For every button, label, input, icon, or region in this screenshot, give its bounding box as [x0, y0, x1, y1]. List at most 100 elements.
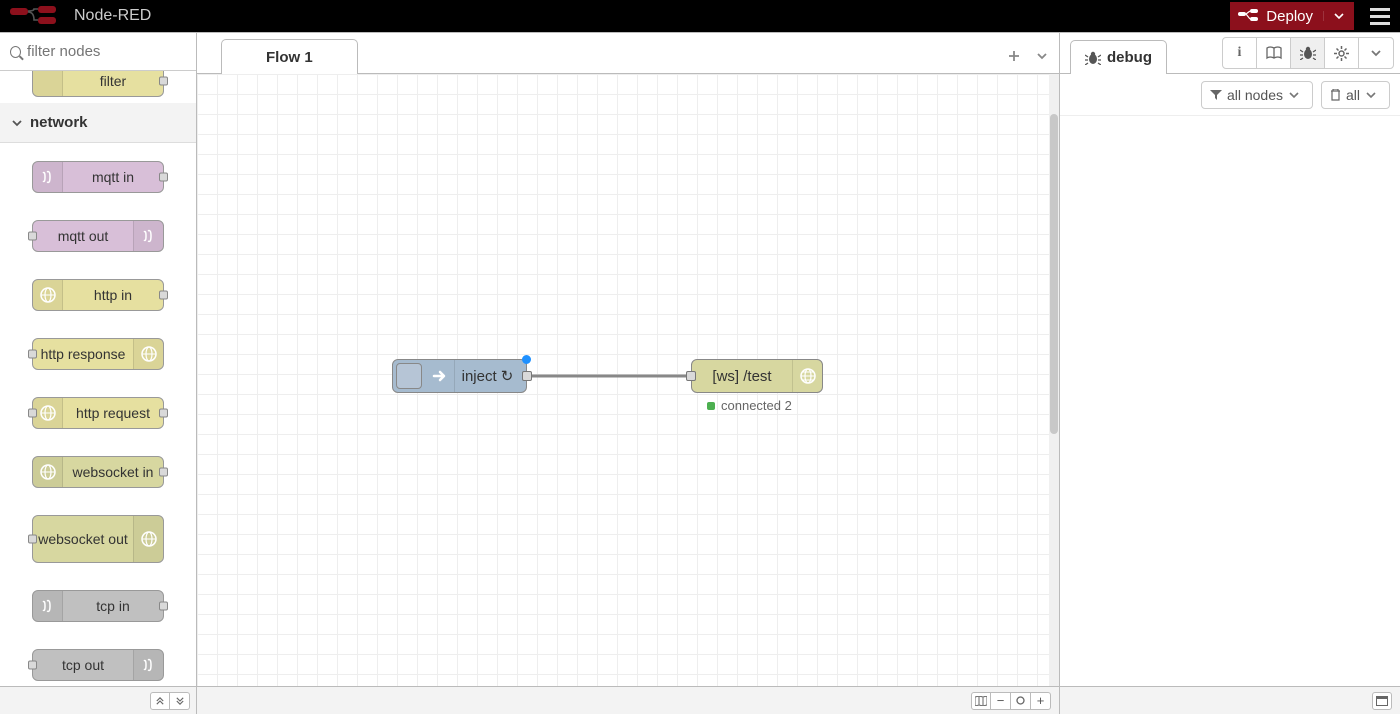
chevron-down-icon: [1037, 51, 1047, 61]
zoom-out-button[interactable]: −: [991, 692, 1011, 710]
node-icon: [33, 591, 63, 621]
zoom-in-button[interactable]: +: [1031, 692, 1051, 710]
sidebar-more-button[interactable]: [1359, 38, 1393, 68]
input-port[interactable]: [28, 535, 37, 544]
book-icon: [1266, 46, 1282, 60]
deploy-caret[interactable]: [1323, 11, 1344, 21]
inject-node[interactable]: inject ↻: [392, 359, 527, 393]
flow-menu-button[interactable]: [1031, 45, 1053, 67]
palette-node-http-response[interactable]: http response: [32, 338, 164, 370]
websocket-out-node[interactable]: [ws] /test: [691, 359, 823, 393]
category-network[interactable]: network: [0, 103, 196, 143]
output-port[interactable]: [159, 291, 168, 300]
palette-node-mqtt-in[interactable]: mqtt in: [32, 161, 164, 193]
palette-panel: filter network mqtt in mqtt out http in htt…: [0, 33, 197, 686]
chevron-down-icon: [12, 118, 22, 128]
sidebar-tab-debug[interactable]: debug: [1070, 40, 1167, 74]
node-icon: [33, 162, 63, 192]
palette-node-http-request[interactable]: http request: [32, 397, 164, 429]
node-icon: [33, 457, 63, 487]
output-port[interactable]: [159, 77, 168, 86]
debug-filter-button[interactable]: all nodes: [1201, 81, 1313, 109]
palette-expand-button[interactable]: [170, 692, 190, 710]
input-port[interactable]: [28, 661, 37, 670]
palette-node-tcp-out[interactable]: tcp out: [32, 649, 164, 681]
chevron-up-icon: [156, 697, 164, 705]
inject-icon: [425, 360, 455, 392]
palette-node-websocket-in[interactable]: websocket in: [32, 456, 164, 488]
node-icon: [133, 650, 163, 680]
node-status: connected 2: [707, 398, 792, 413]
debug-filter-bar: all nodes all: [1060, 74, 1400, 116]
node-icon: [33, 71, 63, 96]
output-port[interactable]: [159, 409, 168, 418]
node-label: http response: [33, 346, 133, 362]
output-port[interactable]: [159, 602, 168, 611]
palette-filter-input[interactable]: [27, 43, 186, 60]
sidebar-toolbar: i: [1222, 37, 1394, 69]
node-label: inject ↻: [455, 367, 526, 385]
input-port[interactable]: [28, 350, 37, 359]
circle-icon: [1016, 696, 1025, 705]
input-port[interactable]: [686, 371, 696, 381]
canvas-scrollbar[interactable]: [1049, 74, 1059, 686]
deploy-label: Deploy: [1266, 8, 1313, 25]
sidebar-help-button[interactable]: [1257, 38, 1291, 68]
chevron-down-icon: [1334, 11, 1344, 21]
palette-node[interactable]: filter: [32, 71, 164, 97]
open-window-button[interactable]: [1372, 692, 1392, 710]
globe-icon: [792, 360, 822, 392]
sidebar-info-button[interactable]: i: [1223, 38, 1257, 68]
node-label: http in: [63, 287, 163, 303]
add-flow-button[interactable]: [1003, 45, 1025, 67]
palette-search[interactable]: [0, 33, 196, 71]
node-label: tcp out: [33, 657, 133, 673]
chevron-down-icon: [176, 697, 184, 705]
node-icon: [33, 280, 63, 310]
input-port[interactable]: [28, 232, 37, 241]
zoom-reset-button[interactable]: [1011, 692, 1031, 710]
palette-node-websocket-out[interactable]: websocket out: [32, 515, 164, 563]
bug-icon: [1085, 51, 1101, 65]
gear-icon: [1334, 46, 1349, 61]
chevron-down-icon: [1289, 90, 1299, 100]
bug-icon: [1300, 46, 1316, 60]
node-label: http request: [63, 405, 163, 421]
input-port[interactable]: [28, 409, 37, 418]
map-icon: [975, 696, 987, 706]
palette-node-http-in[interactable]: http in: [32, 279, 164, 311]
footer: − +: [0, 686, 1400, 714]
filter-icon: [1210, 90, 1222, 100]
window-icon: [1376, 696, 1388, 706]
palette-node-mqtt-out[interactable]: mqtt out: [32, 220, 164, 252]
palette-collapse-button[interactable]: [150, 692, 170, 710]
flow-tabs: Flow 1: [197, 33, 1059, 74]
output-port[interactable]: [159, 468, 168, 477]
flow-tab[interactable]: Flow 1: [221, 39, 358, 74]
app-title: Node-RED: [74, 7, 151, 25]
node-label: tcp in: [63, 598, 163, 614]
sidebar-tabs: debug i: [1060, 33, 1400, 74]
node-icon: [133, 339, 163, 369]
navigator-button[interactable]: [971, 692, 991, 710]
debug-messages: [1060, 116, 1400, 686]
output-port[interactable]: [159, 173, 168, 182]
search-icon: [10, 46, 21, 58]
flow-canvas[interactable]: inject ↻ [ws] /test connected 2: [197, 74, 1059, 686]
sidebar-debug-button[interactable]: [1291, 38, 1325, 68]
inject-trigger-button[interactable]: [396, 363, 422, 389]
output-port[interactable]: [522, 371, 532, 381]
status-dot: [707, 402, 715, 410]
palette-body: filter network mqtt in mqtt out http in htt…: [0, 71, 196, 686]
node-label: [ws] /test: [692, 368, 792, 385]
category-label: network: [30, 114, 88, 131]
main-menu-button[interactable]: [1360, 0, 1400, 32]
debug-clear-button[interactable]: all: [1321, 81, 1390, 109]
deploy-icon: [1238, 8, 1258, 24]
node-red-logo-icon: [10, 6, 64, 26]
chevron-down-icon: [1366, 90, 1376, 100]
sidebar-config-button[interactable]: [1325, 38, 1359, 68]
node-icon: [133, 221, 163, 251]
deploy-button[interactable]: Deploy: [1230, 2, 1354, 30]
palette-node-tcp-in[interactable]: tcp in: [32, 590, 164, 622]
